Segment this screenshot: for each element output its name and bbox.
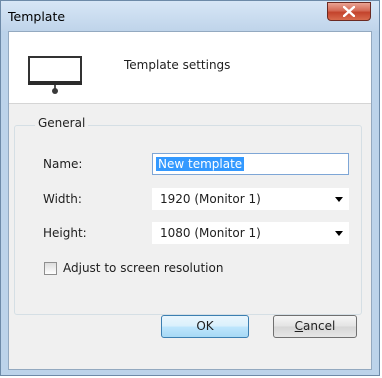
cancel-label-rest: ancel (303, 319, 336, 333)
name-label: Name: (43, 157, 83, 171)
adjust-resolution-label[interactable]: Adjust to screen resolution (63, 261, 223, 275)
ok-button[interactable]: OK (161, 315, 249, 338)
cancel-button[interactable]: Cancel (273, 315, 357, 338)
name-input-value: New template (156, 157, 245, 171)
height-select[interactable]: 1080 (Monitor 1) (152, 222, 349, 244)
header-title: Template settings (124, 58, 231, 72)
height-label: Height: (43, 226, 87, 240)
chevron-down-icon[interactable] (335, 231, 343, 236)
close-icon (343, 6, 355, 17)
window-title: Template (8, 9, 66, 24)
width-select-value: 1920 (Monitor 1) (160, 192, 261, 206)
width-select[interactable]: 1920 (Monitor 1) (152, 188, 349, 210)
height-select-value: 1080 (Monitor 1) (160, 226, 261, 240)
dialog-header: Template settings (9, 32, 371, 104)
width-label: Width: (43, 192, 82, 206)
title-bar[interactable]: Template (1, 1, 379, 31)
name-input[interactable]: New template (152, 153, 349, 175)
monitor-screen-icon (28, 56, 82, 94)
adjust-resolution-checkbox[interactable] (44, 262, 57, 275)
cancel-accelerator: C (294, 319, 304, 333)
chevron-down-icon[interactable] (335, 197, 343, 202)
template-dialog: Template Template settings General Name:… (0, 0, 380, 376)
close-button[interactable] (327, 2, 371, 21)
general-legend: General (35, 116, 89, 130)
